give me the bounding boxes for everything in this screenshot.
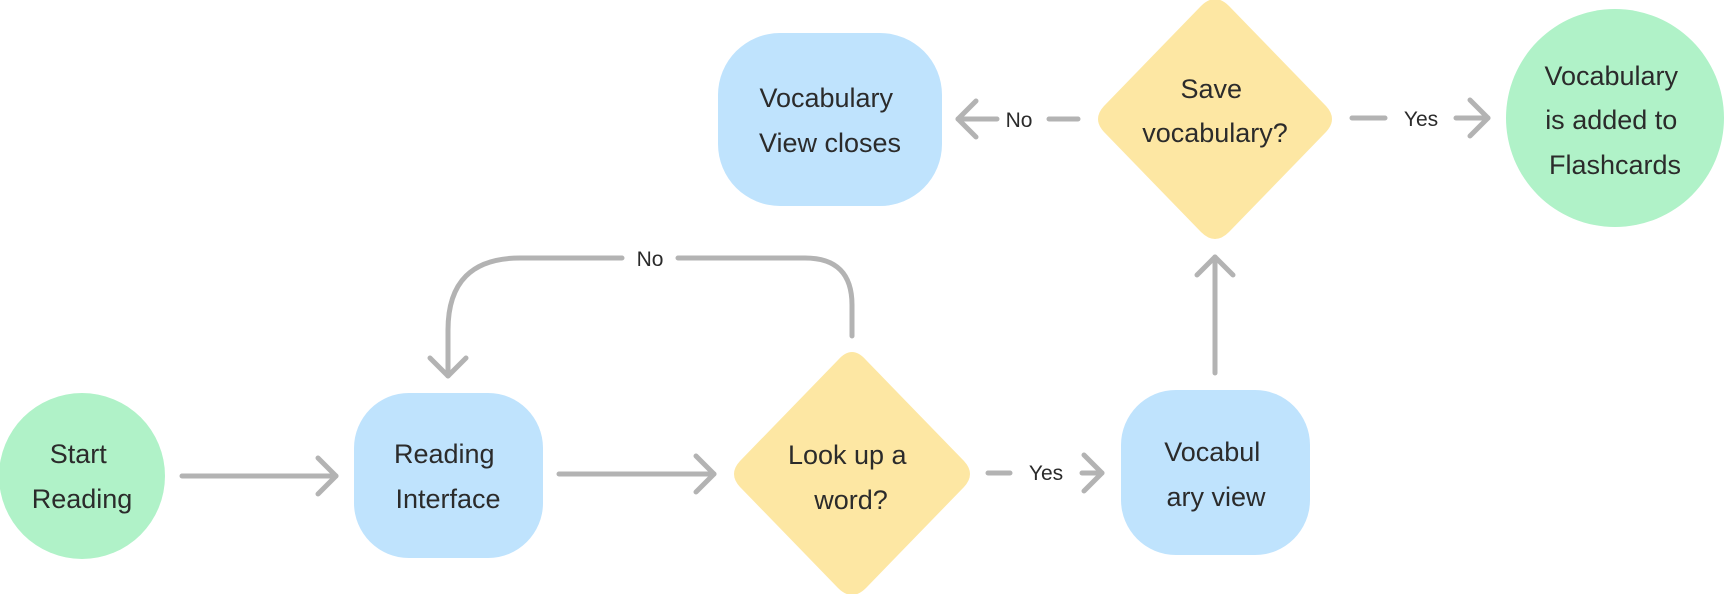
node-label-line: vocabulary? [1142,118,1288,148]
node-label-line: Reading [32,484,133,514]
edge-vocabview-to-save [1194,254,1236,376]
node-start-reading: Start Reading [0,393,165,559]
node-label-line: Interface [395,484,500,514]
node-vocabulary-view-closes: Vocabulary View closes [718,33,942,206]
edge-lookup-to-reading-no: No [427,248,855,379]
node-vocabulary-added-to-flashcards: Vocabulary is added to Flashcards [1506,9,1724,227]
node-label-line: Save [1180,74,1242,104]
node-label-line: View closes [759,128,901,158]
node-label-line: Vocabulary [759,83,893,113]
node-reading-interface: Reading Interface [354,393,543,558]
node-label-line: Reading [394,439,495,469]
node-label-line: is added to [1545,105,1677,135]
edge-save-to-closes-no: No [955,98,1081,140]
node-label-line: Vocabul [1164,437,1260,467]
node-vocabulary-view: Vocabul ary view [1121,390,1310,555]
process-shape [1121,390,1310,555]
terminal-shape [0,393,165,559]
edge-label-yes: Yes [1404,108,1438,131]
flowchart: Yes No No Yes Start Reading Reading Inte… [0,0,1724,594]
node-label-line: Look up a [788,440,908,470]
node-label-line: Flashcards [1549,150,1681,180]
process-shape [718,33,942,206]
node-label-line: Start [50,439,108,469]
node-save-vocabulary-decision: Save vocabulary? [1098,0,1332,239]
edge-label-no: No [637,248,664,271]
node-label-line: ary view [1166,482,1266,512]
edge-lookup-to-vocabview-yes: Yes [985,452,1105,494]
edge-reading-to-lookup [556,453,717,495]
edge-label-no: No [1006,109,1033,132]
node-label-line: word? [813,485,888,515]
node-label-line: Vocabulary [1544,61,1678,91]
node-look-up-word-decision: Look up a word? [734,352,970,594]
edge-label-yes: Yes [1029,462,1063,485]
edge-save-to-added-yes: Yes [1349,97,1491,139]
process-shape [354,393,543,558]
decision-shape [734,352,970,594]
svg-text:Vocabulary is added to: Vocabulary is added to Flashcards [1544,61,1685,180]
edge-start-to-reading [179,455,339,497]
